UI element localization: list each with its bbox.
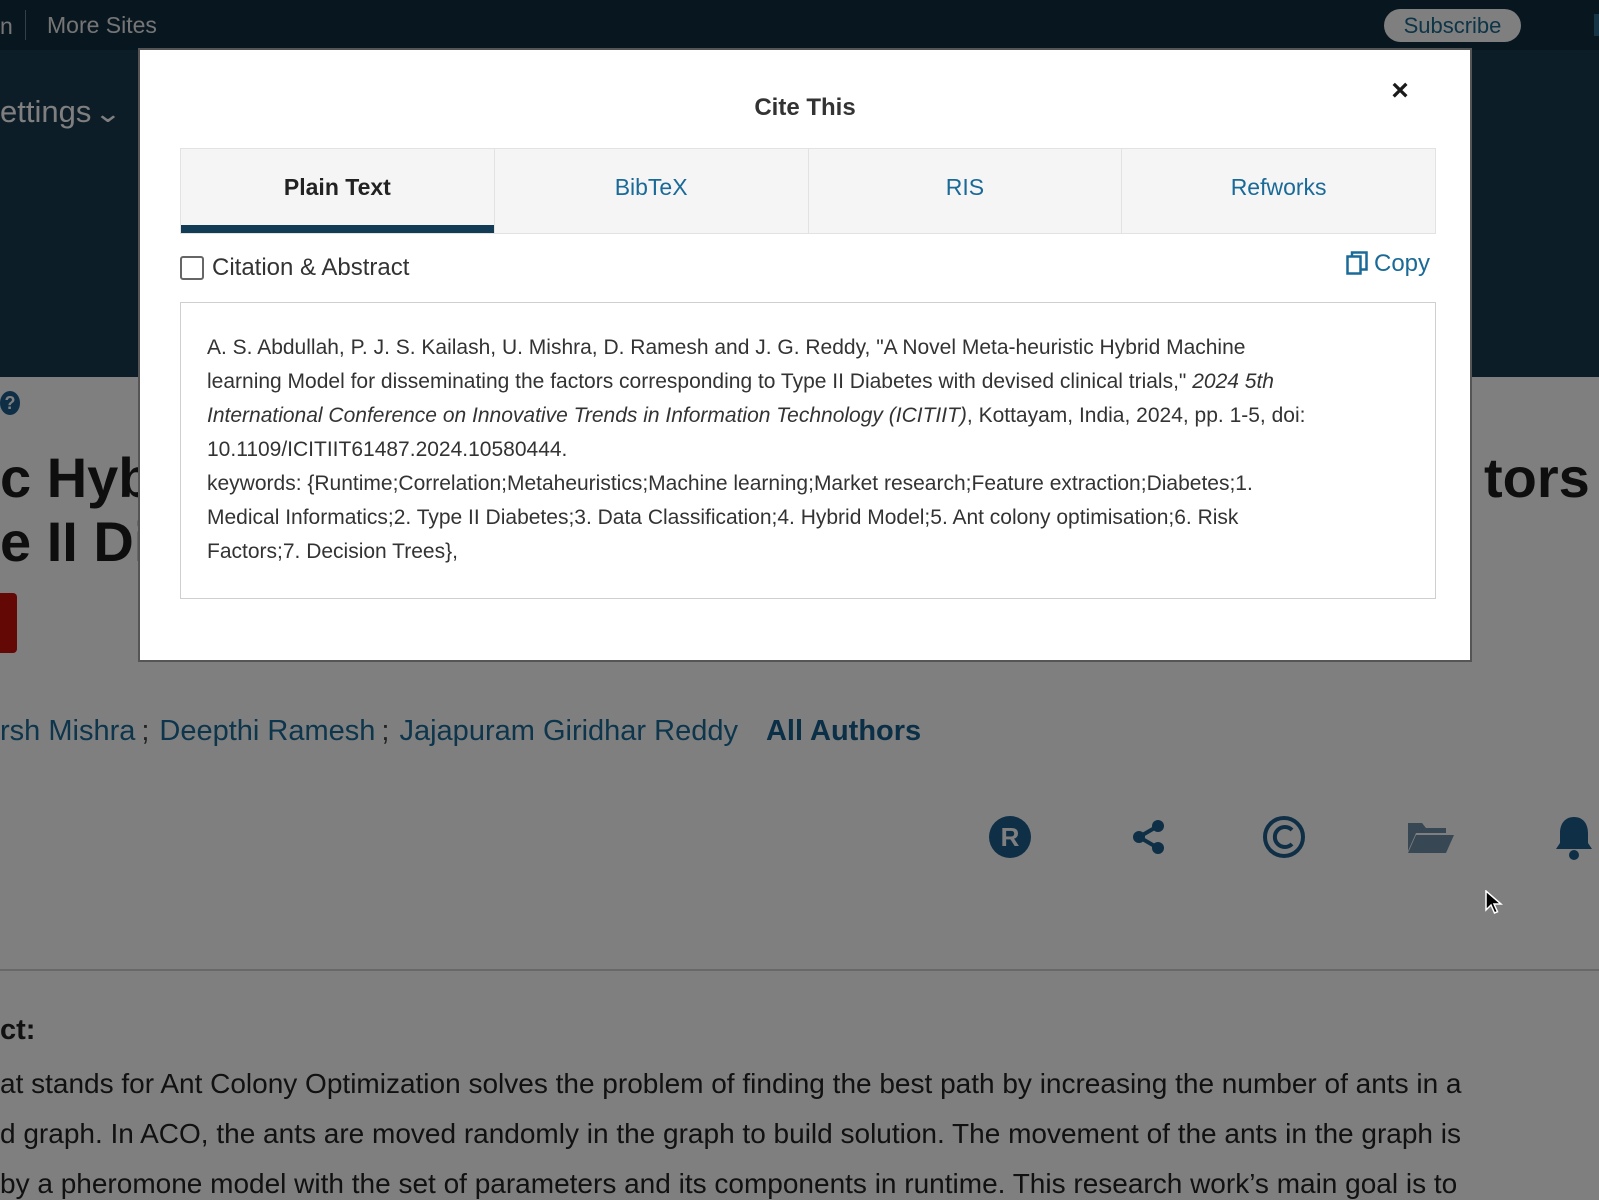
checkbox-label[interactable]: Citation & Abstract bbox=[212, 254, 409, 282]
close-button[interactable]: × bbox=[1385, 76, 1415, 106]
citation-format-tabs: Plain Text BibTeX RIS Refworks bbox=[180, 148, 1436, 234]
citation-venue: International Conference on Innovative T… bbox=[207, 404, 967, 427]
citation-text: , Kottayam, India, 2024, pp. 1-5, doi: bbox=[966, 404, 1306, 427]
citation-text: learning Model for disseminating the fac… bbox=[207, 370, 1193, 393]
citation-abstract-option: Citation & Abstract bbox=[180, 254, 409, 282]
copy-icon bbox=[1346, 251, 1368, 275]
citation-text-box: A. S. Abdullah, P. J. S. Kailash, U. Mis… bbox=[180, 302, 1436, 599]
mouse-cursor-icon bbox=[1485, 889, 1504, 921]
citation-keywords-line: Factors;7. Decision Trees}, bbox=[207, 540, 458, 563]
citation-line: A. S. Abdullah, P. J. S. Kailash, U. Mis… bbox=[207, 336, 1246, 359]
dialog-title: Cite This bbox=[754, 94, 856, 121]
citation-abstract-checkbox[interactable] bbox=[180, 256, 204, 280]
citation-keywords-line: Medical Informatics;2. Type II Diabetes;… bbox=[207, 506, 1239, 529]
tab-ris[interactable]: RIS bbox=[808, 148, 1123, 234]
copy-button[interactable]: Copy bbox=[1346, 250, 1430, 278]
tab-bibtex[interactable]: BibTeX bbox=[494, 148, 809, 234]
citation-line: International Conference on Innovative T… bbox=[207, 399, 1409, 433]
copy-label: Copy bbox=[1374, 250, 1431, 277]
cite-this-dialog: Cite This × Plain Text BibTeX RIS Refwor… bbox=[138, 48, 1472, 662]
citation-venue: 2024 5th bbox=[1192, 370, 1274, 393]
tab-plain-text[interactable]: Plain Text bbox=[180, 148, 495, 234]
citation-line: learning Model for disseminating the fac… bbox=[207, 365, 1409, 399]
citation-line: 10.1109/ICITIIT61487.2024.10580444. bbox=[207, 438, 568, 461]
tab-refworks[interactable]: Refworks bbox=[1122, 148, 1436, 234]
citation-keywords-line: keywords: {Runtime;Correlation;Metaheuri… bbox=[207, 472, 1253, 495]
